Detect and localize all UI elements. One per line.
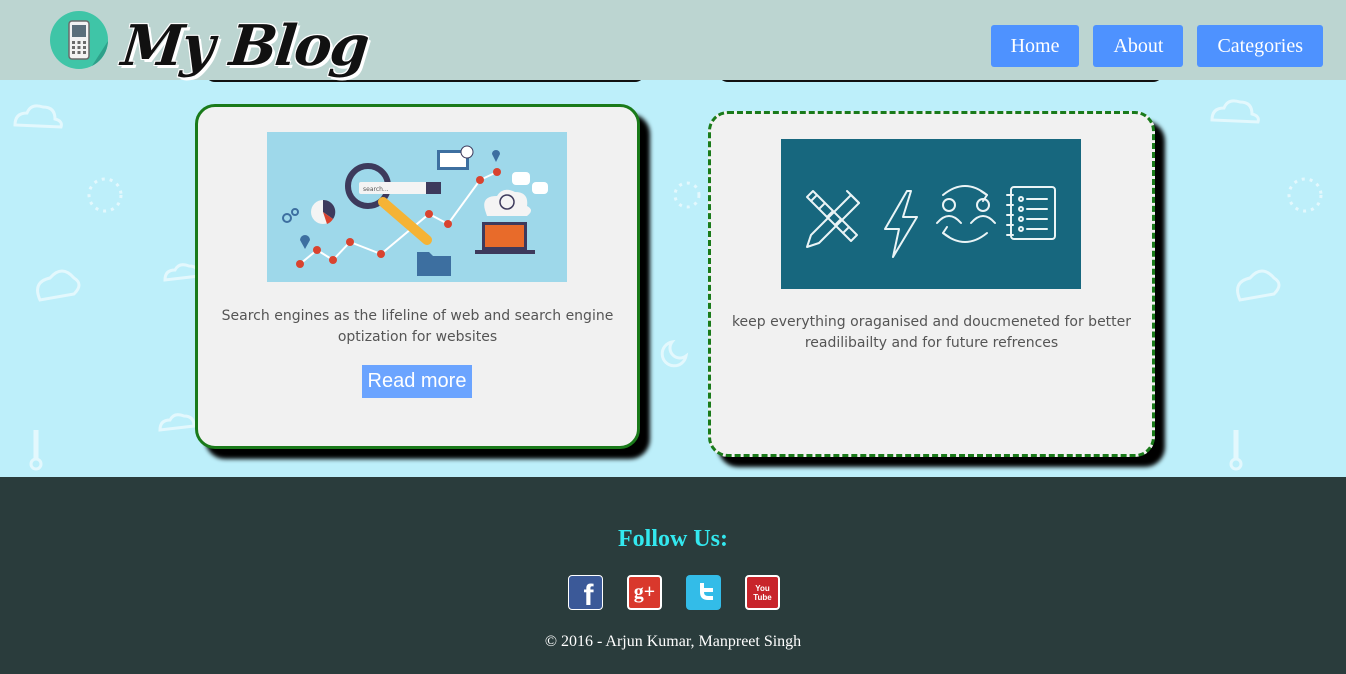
site-header: My Blog Home About Categories: [0, 0, 1346, 80]
social-links: f g+ You Tube: [568, 575, 780, 610]
nav-categories-button[interactable]: Categories: [1197, 25, 1323, 67]
nav-home-button[interactable]: Home: [990, 25, 1080, 67]
image-search-text: search...: [363, 186, 389, 193]
tools-documentation-illustration-icon: [781, 139, 1081, 289]
youtube-icon[interactable]: You Tube: [745, 575, 780, 610]
site-footer: Follow Us: f g+ You Tube © 2016 - Arjun …: [0, 477, 1346, 674]
twitter-icon[interactable]: [686, 575, 721, 610]
nav-about-button[interactable]: About: [1093, 25, 1184, 67]
blog-post-card-seo: search... Search engines as the lifeline…: [195, 104, 640, 449]
copyright-text: © 2016 - Arjun Kumar, Manpreet Singh: [544, 633, 802, 650]
read-more-button[interactable]: Read more: [362, 365, 472, 398]
blog-post-card-documentation: keep everything oraganised and doucmenet…: [708, 111, 1155, 457]
follow-us-heading: Follow Us:: [618, 526, 728, 552]
card-description: keep everything oraganised and doucmenet…: [731, 314, 1132, 351]
site-logo-text[interactable]: My Blog: [118, 6, 372, 86]
seo-search-illustration-icon: search...: [267, 132, 567, 282]
phone-logo-icon[interactable]: [50, 11, 108, 69]
facebook-icon[interactable]: f: [568, 575, 603, 610]
main-nav: Home About Categories: [990, 25, 1323, 67]
google-plus-icon[interactable]: g+: [627, 575, 662, 610]
card-description: Search engines as the lifeline of web an…: [221, 308, 614, 345]
